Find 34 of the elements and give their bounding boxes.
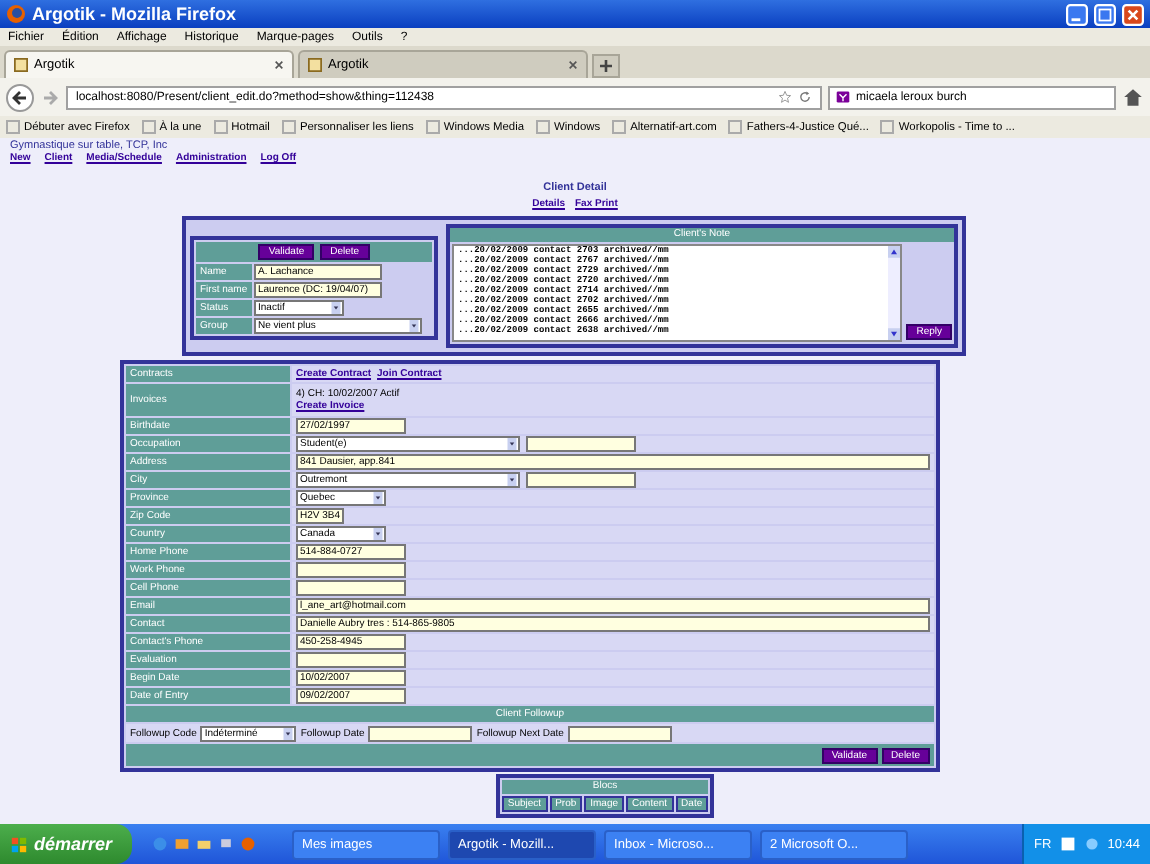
caret-icon[interactable] xyxy=(282,727,295,739)
text-field[interactable] xyxy=(567,725,672,741)
star-icon[interactable] xyxy=(778,90,792,104)
text-field[interactable] xyxy=(296,562,406,578)
caret-icon[interactable] xyxy=(506,438,518,450)
scrollbar[interactable] xyxy=(888,246,901,340)
firefox-icon xyxy=(6,4,26,24)
reload-icon[interactable] xyxy=(798,90,812,104)
back-button[interactable] xyxy=(6,83,34,111)
text-field[interactable] xyxy=(526,472,636,488)
caret-icon[interactable] xyxy=(506,474,518,486)
text-field[interactable] xyxy=(368,725,473,741)
caret-icon[interactable] xyxy=(330,302,342,314)
caret-icon[interactable] xyxy=(372,528,384,540)
close-button[interactable] xyxy=(1122,3,1144,25)
caret-icon[interactable] xyxy=(372,492,384,504)
start-button[interactable]: démarrer xyxy=(0,824,133,864)
minimize-button[interactable] xyxy=(1066,3,1088,25)
search-engine-icon[interactable] xyxy=(836,90,850,104)
favicon-icon xyxy=(14,58,28,72)
folder-icon[interactable] xyxy=(196,836,213,852)
windows-logo xyxy=(10,835,28,853)
text-field[interactable] xyxy=(526,436,636,452)
notes-list[interactable] xyxy=(452,244,903,342)
new-tab-button[interactable] xyxy=(592,54,620,78)
maximize-button[interactable] xyxy=(1094,3,1116,25)
close-tab-icon[interactable] xyxy=(274,60,284,70)
text-field[interactable] xyxy=(296,652,406,668)
window-title: Argotik - Mozilla Firefox xyxy=(32,4,239,24)
caret-icon[interactable] xyxy=(408,320,420,332)
favicon-icon xyxy=(308,58,322,72)
close-tab-icon[interactable] xyxy=(568,60,578,70)
text-field[interactable] xyxy=(296,580,406,596)
home-icon[interactable] xyxy=(1122,86,1144,108)
